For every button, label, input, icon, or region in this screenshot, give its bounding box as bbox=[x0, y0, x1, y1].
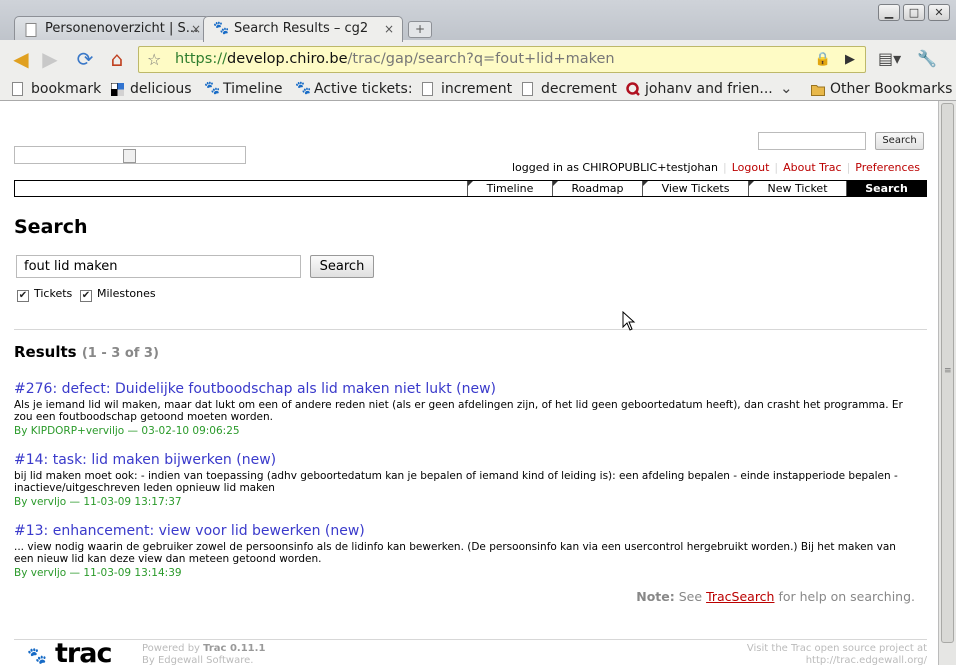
trac-paw-icon: 🐾 bbox=[204, 81, 221, 96]
milestones-checkbox[interactable]: ✔ bbox=[80, 290, 92, 302]
logged-in-text: logged in as CHIROPUBLIC+testjohan bbox=[511, 161, 719, 174]
preferences-link[interactable]: Preferences bbox=[855, 161, 920, 174]
tab-bar: Personenoverzicht | S... × 🐾 Search Resu… bbox=[0, 0, 956, 42]
meta-navigation: logged in as CHIROPUBLIC+testjohan | Logou… bbox=[511, 161, 920, 174]
divider bbox=[14, 329, 927, 330]
trac-paw-icon: 🐾 bbox=[295, 81, 312, 96]
address-url: https://develop.chiro.be/trac/gap/search… bbox=[175, 51, 615, 67]
visit-trac: Visit the Trac open source project at ht… bbox=[746, 643, 927, 665]
result-excerpt: Als je iemand lid wil maken, maar dat lu… bbox=[14, 399, 903, 423]
bookmarks-bar: bookmark delicious 🐾 Timeline 🐾 Active t… bbox=[0, 78, 956, 101]
delicious-icon bbox=[110, 82, 124, 96]
tab-title: Personenoverzicht | S... bbox=[45, 21, 199, 36]
home-icon[interactable]: ⌂ bbox=[106, 48, 128, 70]
close-window-button[interactable]: ✕ bbox=[928, 4, 950, 21]
results-range: (1 - 3 of 3) bbox=[81, 346, 159, 361]
search-button[interactable]: Search bbox=[310, 255, 374, 278]
folder-icon bbox=[811, 82, 825, 96]
main-navigation: Timeline Roadmap View Tickets New Ticket… bbox=[14, 180, 927, 197]
bookmark-item[interactable]: decrement bbox=[522, 79, 617, 99]
search-result: #13: enhancement: view voor lid bewerken… bbox=[14, 523, 914, 580]
bookmark-item[interactable]: 🐾 Active tickets: bbox=[295, 79, 413, 99]
nav-roadmap[interactable]: Roadmap bbox=[552, 181, 642, 196]
results-heading: Results (1 - 3 of 3) bbox=[14, 343, 159, 361]
nav-timeline[interactable]: Timeline bbox=[467, 181, 552, 196]
bookmark-item[interactable]: johanv and frien... bbox=[626, 79, 773, 99]
trac-version-link[interactable]: Trac 0.11.1 bbox=[203, 643, 265, 654]
lock-icon[interactable]: 🔒 bbox=[815, 47, 831, 72]
browser-toolbar: ◀ ▶ ⟳ ⌂ ☆ https://develop.chiro.be/trac/… bbox=[0, 40, 956, 78]
tracsearch-link[interactable]: TracSearch bbox=[706, 589, 774, 604]
search-help-note: Note: See TracSearch for help on searchi… bbox=[636, 589, 915, 604]
site-logo-placeholder[interactable] bbox=[14, 146, 246, 164]
forward-arrow-icon[interactable]: ▶ bbox=[39, 48, 61, 70]
page-menu-icon[interactable]: ▤▾ bbox=[878, 48, 901, 70]
filter-tickets[interactable]: ✔ Tickets bbox=[17, 287, 72, 302]
result-meta: By vervljo — 11-03-09 13:14:39 bbox=[14, 567, 182, 579]
maximize-button[interactable]: □ bbox=[903, 4, 925, 21]
trac-paw-icon: 🐾 bbox=[27, 646, 47, 665]
trac-page: Search logged in as CHIROPUBLIC+testjoha… bbox=[0, 101, 938, 665]
quick-search-input[interactable] bbox=[758, 132, 866, 150]
nav-new-ticket[interactable]: New Ticket bbox=[748, 181, 846, 196]
powered-by: Powered by Trac 0.11.1 By Edgewall Softw… bbox=[142, 643, 266, 665]
wrench-icon[interactable]: 🔧 bbox=[916, 48, 938, 70]
new-tab-button[interactable]: + bbox=[408, 21, 432, 38]
filter-milestones[interactable]: ✔ Milestones bbox=[80, 287, 156, 302]
result-title-link[interactable]: #13: enhancement: view voor lid bewerken… bbox=[14, 523, 914, 540]
chevron-down-icon[interactable]: ⌄ bbox=[780, 79, 793, 97]
nav-search[interactable]: Search bbox=[846, 181, 926, 196]
filter-label: Tickets bbox=[34, 287, 73, 300]
tab-title: Search Results – cg2 bbox=[234, 21, 369, 36]
close-tab-icon[interactable]: × bbox=[384, 17, 394, 41]
star-icon[interactable]: ☆ bbox=[147, 47, 161, 72]
about-trac-link[interactable]: About Trac bbox=[783, 161, 841, 174]
reload-icon[interactable]: ⟳ bbox=[74, 48, 96, 70]
result-excerpt: ... view nodig waarin de gebruiker zowel… bbox=[14, 541, 896, 565]
bookmark-item[interactable]: increment bbox=[422, 79, 512, 99]
document-icon bbox=[522, 82, 533, 96]
search-result: #276: defect: Duidelijke foutboodschap a… bbox=[14, 381, 914, 438]
trac-project-link[interactable]: http://trac.edgewall.org/ bbox=[806, 655, 927, 665]
result-meta: By vervljo — 11-03-09 13:17:37 bbox=[14, 496, 182, 508]
bookmark-item[interactable]: bookmark bbox=[12, 79, 101, 99]
broken-image-icon bbox=[123, 149, 136, 163]
back-arrow-icon[interactable]: ◀ bbox=[10, 48, 32, 70]
result-excerpt: bij lid maken moet ook: - indien van toe… bbox=[14, 470, 898, 494]
go-arrow-icon[interactable]: ▶ bbox=[845, 47, 855, 72]
scrollbar-thumb[interactable]: ≡ bbox=[941, 103, 954, 643]
tab-personenoverzicht[interactable]: Personenoverzicht | S... × bbox=[14, 16, 210, 42]
result-meta: By KIPDORP+verviljo — 03-02-10 09:06:25 bbox=[14, 425, 240, 437]
q-icon bbox=[626, 82, 640, 96]
trac-logo[interactable]: 🐾 trac bbox=[27, 638, 112, 665]
tab-search-results[interactable]: 🐾 Search Results – cg2 × bbox=[203, 16, 403, 42]
result-title-link[interactable]: #14: task: lid maken bijwerken (new) bbox=[14, 452, 914, 469]
search-query-input[interactable]: fout lid maken bbox=[16, 255, 301, 278]
search-result: #14: task: lid maken bijwerken (new) bij… bbox=[14, 452, 914, 509]
document-icon bbox=[422, 82, 433, 96]
bookmark-item[interactable]: 🐾 Timeline bbox=[204, 79, 283, 99]
other-bookmarks[interactable]: Other Bookmarks bbox=[811, 79, 952, 99]
grip-icon: ≡ bbox=[944, 366, 952, 376]
nav-view-tickets[interactable]: View Tickets bbox=[642, 181, 748, 196]
tickets-checkbox[interactable]: ✔ bbox=[17, 290, 29, 302]
trac-paw-icon: 🐾 bbox=[213, 21, 230, 36]
minimize-button[interactable]: ▁ bbox=[878, 4, 900, 21]
close-tab-icon[interactable]: × bbox=[191, 17, 201, 41]
bookmark-item[interactable]: delicious bbox=[110, 79, 192, 99]
result-title-link[interactable]: #276: defect: Duidelijke foutboodschap a… bbox=[14, 381, 914, 398]
vertical-scrollbar[interactable]: ≡ bbox=[938, 101, 956, 665]
address-bar[interactable]: ☆ https://develop.chiro.be/trac/gap/sear… bbox=[138, 46, 866, 73]
filter-label: Milestones bbox=[97, 287, 156, 300]
document-icon bbox=[12, 82, 23, 96]
page-title: Search bbox=[14, 216, 88, 238]
footer-divider bbox=[14, 639, 927, 640]
logout-link[interactable]: Logout bbox=[732, 161, 770, 174]
quick-search-button[interactable]: Search bbox=[875, 132, 924, 150]
document-icon bbox=[24, 22, 38, 37]
